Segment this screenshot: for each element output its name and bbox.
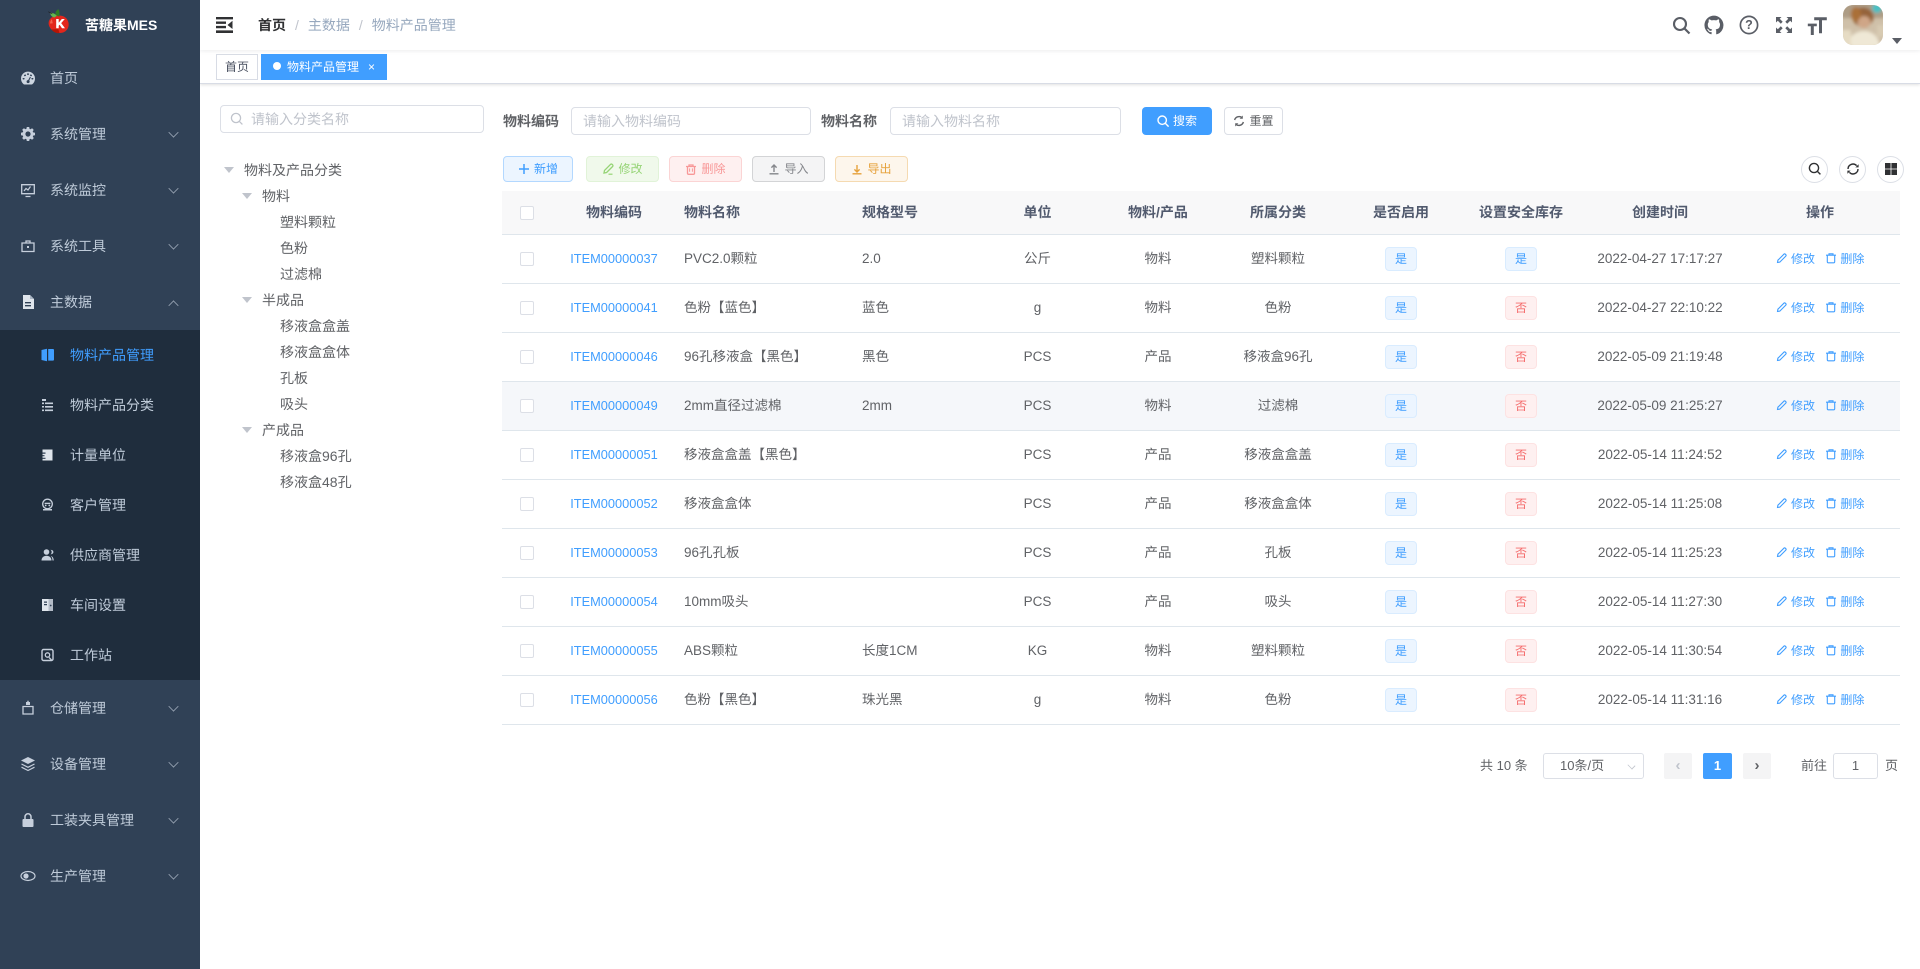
svg-text:?: ?	[1745, 18, 1753, 32]
